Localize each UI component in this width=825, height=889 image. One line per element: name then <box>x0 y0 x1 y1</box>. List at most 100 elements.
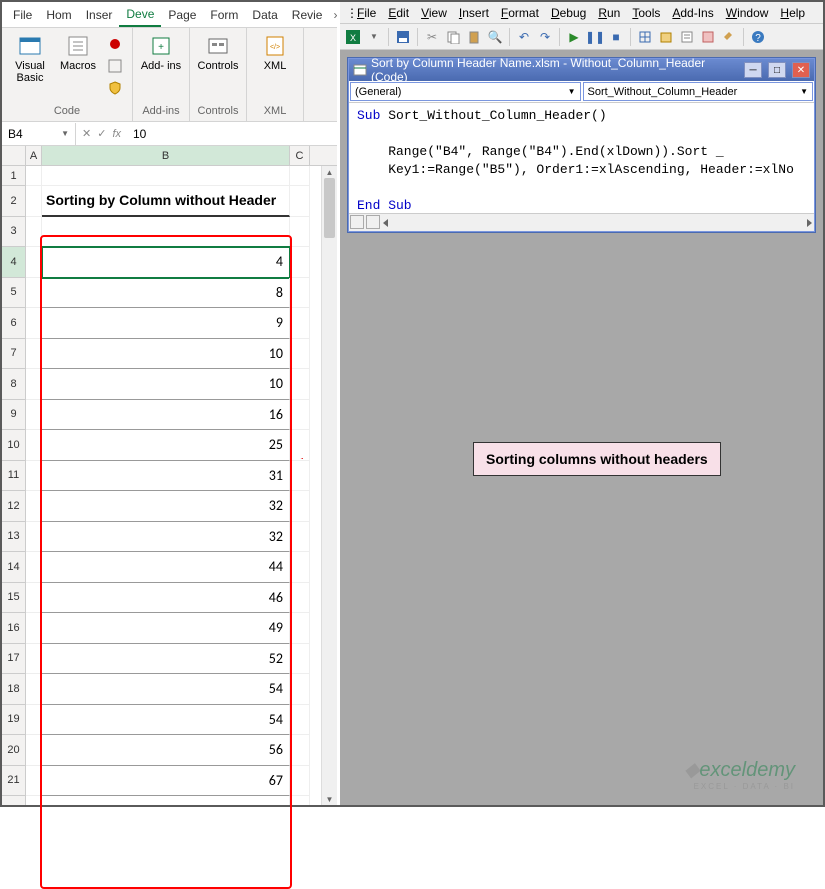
row-header[interactable]: 9 <box>2 400 26 431</box>
menu-format[interactable]: Format <box>496 4 544 22</box>
record-macro-button[interactable] <box>104 34 126 54</box>
row-header[interactable]: 4 <box>2 247 26 278</box>
cell[interactable] <box>26 369 42 400</box>
row-header[interactable]: 6 <box>2 308 26 339</box>
save-icon[interactable] <box>394 28 412 46</box>
cell[interactable] <box>290 308 310 339</box>
row-header[interactable]: 18 <box>2 674 26 705</box>
cell[interactable] <box>26 278 42 309</box>
fx-icon[interactable]: fx <box>112 128 121 140</box>
menu-debug[interactable]: Debug <box>546 4 591 22</box>
menu-add-ins[interactable]: Add-Ins <box>667 4 718 22</box>
cell[interactable] <box>26 247 42 278</box>
row-header[interactable]: 12 <box>2 491 26 522</box>
cell[interactable] <box>290 491 310 522</box>
cell[interactable] <box>290 613 310 644</box>
title-cell[interactable]: Sorting by Column without Header <box>42 186 290 217</box>
cell[interactable] <box>290 369 310 400</box>
row-header[interactable]: 16 <box>2 613 26 644</box>
project-icon[interactable] <box>657 28 675 46</box>
data-cell[interactable]: 31 <box>42 461 290 492</box>
cell[interactable] <box>290 339 310 370</box>
cell[interactable] <box>290 796 310 805</box>
select-all-corner[interactable] <box>2 146 26 165</box>
cell[interactable] <box>290 735 310 766</box>
cancel-icon[interactable]: ✕ <box>82 127 91 140</box>
row-header[interactable]: 14 <box>2 552 26 583</box>
break-icon[interactable]: ❚❚ <box>586 28 604 46</box>
data-cell[interactable]: 54 <box>42 705 290 736</box>
object-dropdown[interactable]: (General)▼ <box>350 82 581 101</box>
col-header-b[interactable]: B <box>42 146 290 165</box>
data-cell[interactable]: 4 <box>42 247 290 278</box>
xml-button[interactable]: </> XML <box>253 32 297 105</box>
find-icon[interactable]: 🔍 <box>486 28 504 46</box>
cell[interactable] <box>290 461 310 492</box>
menu-window[interactable]: Window <box>721 4 774 22</box>
cell[interactable] <box>26 552 42 583</box>
data-cell[interactable]: 9 <box>42 308 290 339</box>
controls-button[interactable]: Controls <box>196 32 240 105</box>
menu-edit[interactable]: Edit <box>383 4 414 22</box>
cell[interactable] <box>26 217 42 248</box>
data-cell[interactable]: 44 <box>42 552 290 583</box>
row-header[interactable]: 20 <box>2 735 26 766</box>
data-cell[interactable]: 10 <box>42 339 290 370</box>
procedure-view-button[interactable] <box>350 215 364 229</box>
minimize-button[interactable]: ─ <box>744 62 762 78</box>
maximize-button[interactable]: □ <box>768 62 786 78</box>
paste-icon[interactable] <box>465 28 483 46</box>
cell[interactable] <box>290 400 310 431</box>
vertical-scrollbar[interactable]: ▲ ▼ <box>321 166 337 805</box>
reset-icon[interactable]: ■ <box>607 28 625 46</box>
cell[interactable] <box>26 583 42 614</box>
ribbon-tab-file[interactable]: File <box>6 4 39 26</box>
col-header-a[interactable]: A <box>26 146 42 165</box>
excel-icon[interactable]: X <box>344 28 362 46</box>
cell[interactable] <box>26 186 42 217</box>
close-button[interactable]: ✕ <box>792 62 810 78</box>
cell[interactable] <box>290 583 310 614</box>
scroll-thumb[interactable] <box>324 178 335 238</box>
data-cell[interactable]: 16 <box>42 400 290 431</box>
row-header[interactable]: 5 <box>2 278 26 309</box>
data-cell[interactable]: 49 <box>42 613 290 644</box>
ribbon-tab-page[interactable]: Page <box>161 4 203 26</box>
row-header[interactable]: 13 <box>2 522 26 553</box>
horizontal-scrollbar[interactable] <box>381 214 814 231</box>
cell[interactable] <box>26 674 42 705</box>
cell[interactable] <box>26 461 42 492</box>
data-cell[interactable]: 8 <box>42 278 290 309</box>
data-cell[interactable]: 25 <box>42 430 290 461</box>
menu-file[interactable]: File <box>352 4 381 22</box>
copy-icon[interactable] <box>444 28 462 46</box>
procedure-dropdown[interactable]: Sort_Without_Column_Header▼ <box>583 82 814 101</box>
data-cell[interactable] <box>42 217 290 248</box>
data-cell[interactable]: 32 <box>42 491 290 522</box>
properties-icon[interactable] <box>678 28 696 46</box>
row-header[interactable]: 17 <box>2 644 26 675</box>
visual-basic-button[interactable]: Visual Basic <box>8 32 52 105</box>
cell[interactable] <box>26 613 42 644</box>
data-cell[interactable]: 76 <box>42 796 290 805</box>
cell[interactable] <box>26 491 42 522</box>
cell[interactable] <box>26 339 42 370</box>
col-header-c[interactable]: C <box>290 146 310 165</box>
data-cell[interactable]: 10 <box>42 369 290 400</box>
code-editor[interactable]: Sub Sort_Without_Column_Header() Range("… <box>349 103 814 211</box>
macros-button[interactable]: Macros <box>56 32 100 105</box>
cell[interactable] <box>290 166 310 186</box>
code-window-title-bar[interactable]: Sort by Column Header Name.xlsm - Withou… <box>349 59 814 81</box>
row-header[interactable]: 1 <box>2 166 26 186</box>
relative-ref-button[interactable] <box>104 56 126 76</box>
ribbon-tab-hom[interactable]: Hom <box>39 4 78 26</box>
data-cell[interactable]: 67 <box>42 766 290 797</box>
row-header[interactable]: 3 <box>2 217 26 248</box>
cell[interactable] <box>290 430 310 461</box>
cell[interactable] <box>290 766 310 797</box>
help-icon[interactable]: ? <box>749 28 767 46</box>
cell[interactable] <box>26 166 42 186</box>
worksheet-grid[interactable]: A B C 12 Sorting by Column without Header… <box>2 146 337 805</box>
row-header[interactable]: 10 <box>2 430 26 461</box>
data-cell[interactable]: 56 <box>42 735 290 766</box>
